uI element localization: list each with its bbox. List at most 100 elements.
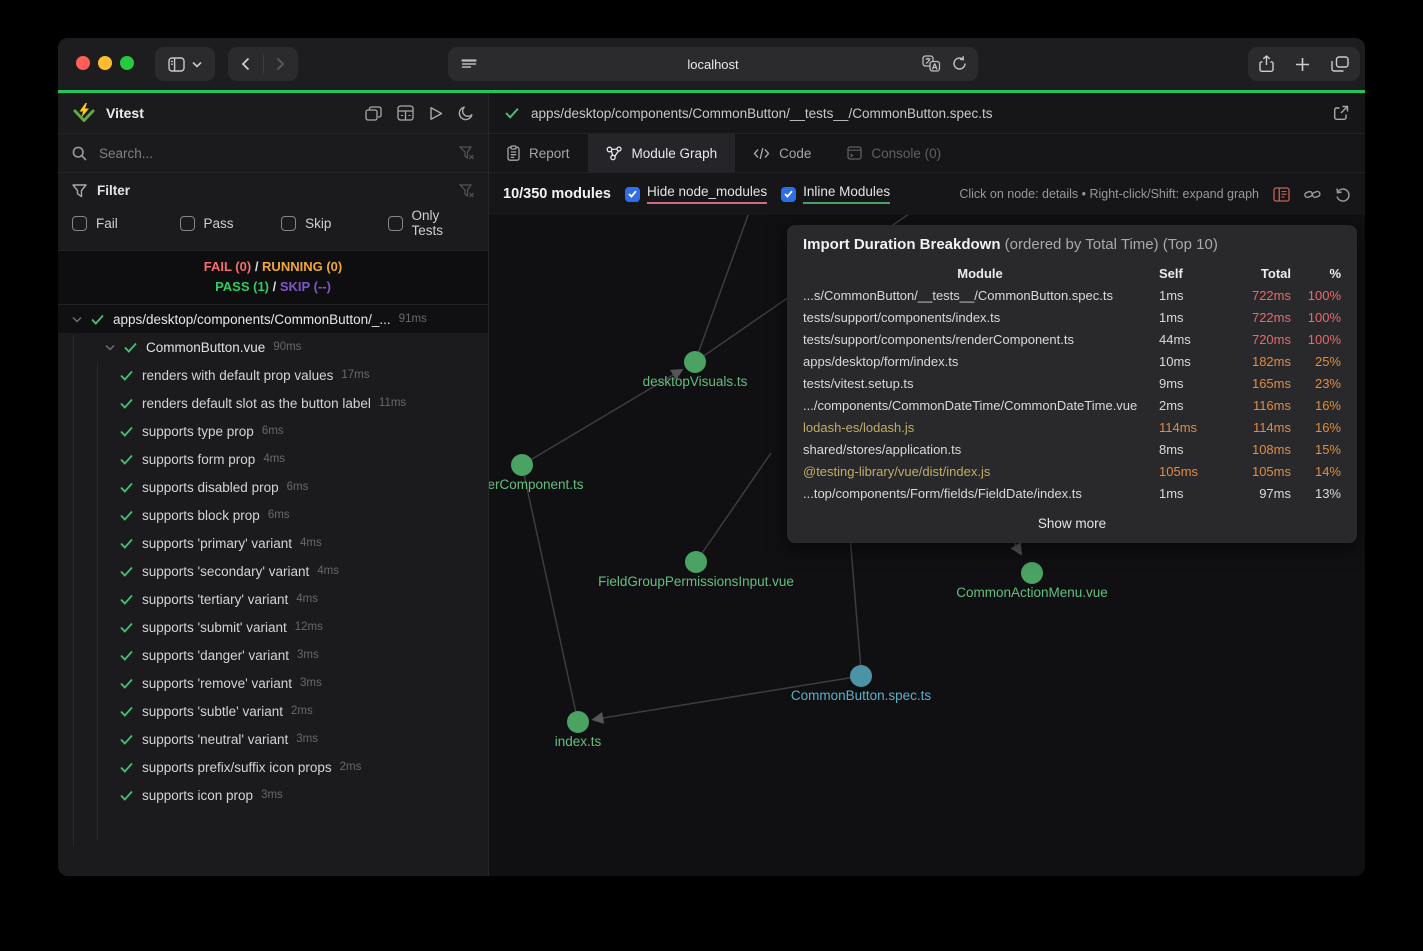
filter-checkbox-fail[interactable]: Fail	[72, 208, 180, 238]
main-panel: apps/desktop/components/CommonButton/__t…	[489, 93, 1365, 876]
test-row[interactable]: supports disabled prop 6ms	[58, 473, 488, 501]
tree-file-row[interactable]: apps/desktop/components/CommonButton/_..…	[58, 305, 488, 333]
open-external-icon[interactable]	[1333, 105, 1349, 121]
test-row[interactable]: supports 'remove' variant 3ms	[58, 669, 488, 697]
tab-report[interactable]: Report	[489, 134, 588, 172]
legend-book-icon[interactable]	[1273, 187, 1290, 202]
breakdown-row[interactable]: tests/support/components/renderComponent…	[803, 329, 1341, 351]
test-label: supports 'neutral' variant	[142, 732, 288, 747]
test-row[interactable]: supports type prop 6ms	[58, 417, 488, 445]
module-node[interactable]	[511, 454, 533, 476]
link-icon[interactable]	[1304, 187, 1321, 202]
search-input[interactable]	[99, 146, 459, 161]
sidebar-toggle-button[interactable]	[155, 47, 215, 81]
breakdown-row[interactable]: lodash-es/lodash.js 114ms 114ms 16%	[803, 417, 1341, 439]
breakdown-row[interactable]: apps/desktop/form/index.ts 10ms 182ms 25…	[803, 351, 1341, 373]
filter-checkbox-only-tests[interactable]: Only Tests	[388, 208, 474, 238]
module-node[interactable]	[850, 665, 872, 687]
inline-modules-checkbox[interactable]: Inline Modules	[781, 184, 890, 204]
forward-button[interactable]	[264, 47, 299, 81]
breakdown-row[interactable]: .../components/CommonDateTime/CommonDate…	[803, 395, 1341, 417]
pass-check-icon	[120, 734, 133, 745]
test-row[interactable]: supports icon prop 3ms	[58, 781, 488, 809]
pass-check-icon	[120, 454, 133, 465]
checkbox-icon[interactable]	[180, 216, 195, 231]
test-duration: 6ms	[262, 425, 284, 437]
test-row[interactable]: renders with default prop values 17ms	[58, 361, 488, 389]
new-tab-icon[interactable]	[1295, 57, 1310, 72]
tab-console[interactable]: Console (0)	[829, 134, 959, 172]
minimize-window-button[interactable]	[98, 56, 112, 70]
dark-mode-icon[interactable]	[458, 105, 474, 121]
back-button[interactable]	[228, 47, 263, 81]
browser-titlebar: localhost	[58, 38, 1365, 90]
test-row[interactable]: renders default slot as the button label…	[58, 389, 488, 417]
test-row[interactable]: supports 'subtle' variant 2ms	[58, 697, 488, 725]
module-node[interactable]	[567, 711, 589, 733]
run-all-icon[interactable]	[429, 106, 443, 121]
reload-icon[interactable]	[951, 55, 968, 72]
close-window-button[interactable]	[76, 56, 90, 70]
test-row[interactable]: supports 'tertiary' variant 4ms	[58, 585, 488, 613]
module-node-label: FieldGroupPermissionsInput.vue	[576, 574, 816, 589]
breakdown-row[interactable]: tests/support/components/index.ts 1ms 72…	[803, 307, 1341, 329]
filter-checkbox-pass[interactable]: Pass	[180, 208, 282, 238]
filter-checkbox-skip[interactable]: Skip	[281, 208, 388, 238]
checked-checkbox-icon[interactable]	[781, 187, 796, 202]
chevron-down-icon[interactable]	[72, 316, 82, 323]
self-time: 8ms	[1157, 439, 1219, 461]
checkbox-icon[interactable]	[72, 216, 87, 231]
checkbox-icon[interactable]	[388, 216, 403, 231]
test-row[interactable]: supports 'submit' variant 12ms	[58, 613, 488, 641]
tab-module-graph[interactable]: Module Graph	[588, 134, 736, 172]
collapse-panels-icon[interactable]	[365, 106, 382, 121]
module-node[interactable]	[685, 551, 707, 573]
test-label: supports 'submit' variant	[142, 620, 287, 635]
test-duration: 6ms	[268, 509, 290, 521]
app-title: Vitest	[106, 105, 365, 121]
test-row[interactable]: supports 'danger' variant 3ms	[58, 641, 488, 669]
translate-icon[interactable]	[922, 55, 941, 72]
breakdown-row[interactable]: @testing-library/vue/dist/index.js 105ms…	[803, 461, 1341, 483]
breakdown-table-header: Module Self Total %	[803, 263, 1341, 285]
module-name: shared/stores/application.ts	[803, 439, 1157, 461]
show-more-button[interactable]: Show more	[803, 514, 1341, 534]
test-row[interactable]: supports 'primary' variant 4ms	[58, 529, 488, 557]
breakdown-row[interactable]: ...top/components/Form/fields/FieldDate/…	[803, 483, 1341, 505]
clear-search-filter-icon[interactable]	[459, 146, 474, 160]
tab-overview-icon[interactable]	[1331, 56, 1349, 72]
test-row[interactable]: supports form prop 4ms	[58, 445, 488, 473]
pass-check-icon	[120, 566, 133, 577]
test-row[interactable]: supports 'neutral' variant 3ms	[58, 725, 488, 753]
total-time: 182ms	[1219, 351, 1291, 373]
breakdown-row[interactable]: shared/stores/application.ts 8ms 108ms 1…	[803, 439, 1341, 461]
url-bar[interactable]: localhost	[448, 47, 978, 81]
reset-graph-icon[interactable]	[1335, 186, 1351, 202]
chevron-down-icon[interactable]	[105, 344, 115, 351]
clear-filter-icon[interactable]	[459, 184, 474, 198]
tab-code[interactable]: Code	[735, 134, 829, 172]
test-tree: apps/desktop/components/CommonButton/_..…	[58, 305, 488, 876]
tree-suite-row[interactable]: CommonButton.vue 90ms	[58, 333, 488, 361]
test-row[interactable]: supports block prop 6ms	[58, 501, 488, 529]
test-row[interactable]: supports prefix/suffix icon props 2ms	[58, 753, 488, 781]
module-node-label: CommonActionMenu.vue	[912, 585, 1152, 600]
nav-buttons	[228, 47, 298, 81]
filter-options: Fail Pass Skip Only Tests	[72, 198, 474, 250]
self-time: 9ms	[1157, 373, 1219, 395]
breakdown-row[interactable]: ...s/CommonButton/__tests__/CommonButton…	[803, 285, 1341, 307]
breakdown-title: Import Duration Breakdown (ordered by To…	[803, 232, 1341, 257]
checked-checkbox-icon[interactable]	[625, 187, 640, 202]
module-graph-canvas[interactable]: desktopVisuals.tsrenderComponent.tsField…	[489, 215, 1365, 876]
graph-edge	[522, 465, 578, 722]
module-node[interactable]	[1021, 562, 1043, 584]
breakdown-row[interactable]: tests/vitest.setup.ts 9ms 165ms 23%	[803, 373, 1341, 395]
checkbox-icon[interactable]	[281, 216, 296, 231]
share-icon[interactable]	[1259, 55, 1274, 73]
zoom-window-button[interactable]	[120, 56, 134, 70]
suite-duration: 90ms	[273, 341, 301, 353]
dashboard-icon[interactable]	[397, 105, 414, 121]
hide-node-modules-checkbox[interactable]: Hide node_modules	[625, 184, 767, 204]
test-row[interactable]: supports 'secondary' variant 4ms	[58, 557, 488, 585]
module-node[interactable]	[684, 351, 706, 373]
